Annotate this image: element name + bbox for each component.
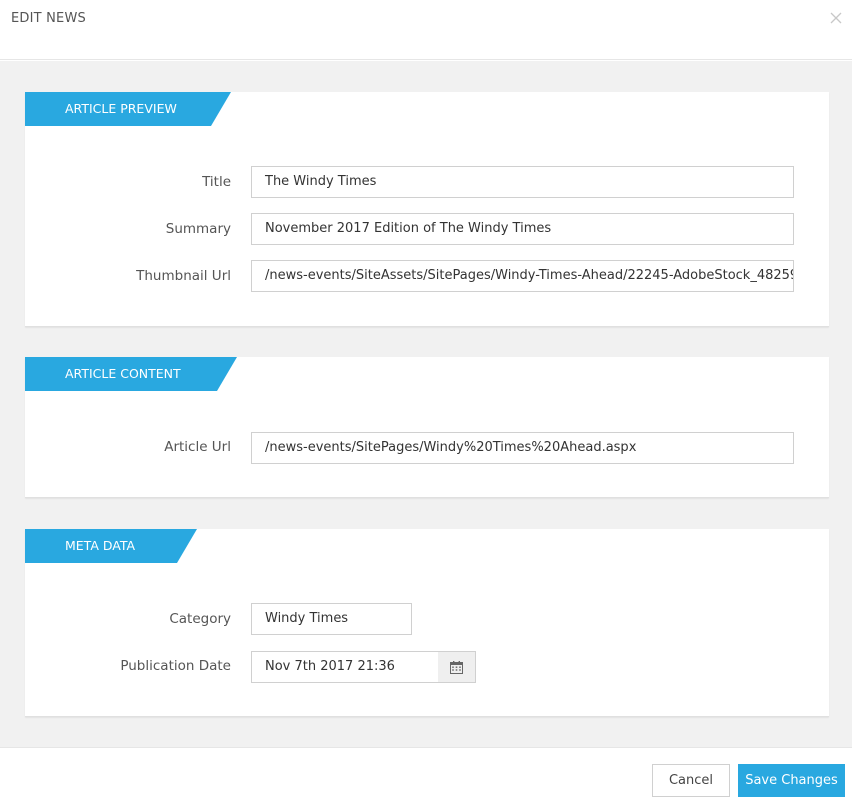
article-content-heading: ARTICLE CONTENT (25, 357, 237, 391)
thumbnail-url-label: Thumbnail Url (136, 268, 231, 284)
meta-data-panel: META DATA Category Windy Times Publicati… (25, 529, 829, 717)
close-icon (830, 12, 842, 24)
article-url-input[interactable]: /news-events/SitePages/Windy%20Times%20A… (251, 432, 794, 464)
title-input[interactable]: The Windy Times (251, 166, 794, 198)
calendar-icon (450, 660, 463, 674)
save-changes-button[interactable]: Save Changes (738, 764, 845, 797)
summary-input[interactable]: November 2017 Edition of The Windy Times (251, 213, 794, 245)
article-preview-panel: ARTICLE PREVIEW Title The Windy Times Su… (25, 92, 829, 327)
date-picker-button[interactable] (438, 651, 476, 683)
summary-label: Summary (165, 221, 231, 237)
category-input[interactable]: Windy Times (251, 603, 412, 635)
article-url-label: Article Url (164, 439, 231, 455)
thumbnail-url-input[interactable]: /news-events/SiteAssets/SitePages/Windy-… (251, 260, 794, 292)
modal-header: EDIT NEWS (0, 0, 852, 60)
cancel-button[interactable]: Cancel (652, 764, 730, 797)
publication-date-input[interactable]: Nov 7th 2017 21:36 (251, 651, 439, 683)
meta-data-heading: META DATA (25, 529, 197, 563)
article-content-panel: ARTICLE CONTENT Article Url /news-events… (25, 357, 829, 498)
article-preview-heading: ARTICLE PREVIEW (25, 92, 231, 126)
category-label: Category (169, 611, 231, 627)
title-label: Title (202, 174, 231, 190)
modal-footer: Cancel Save Changes (0, 747, 852, 808)
modal-body: ARTICLE PREVIEW Title The Windy Times Su… (0, 61, 852, 747)
publication-date-label: Publication Date (120, 658, 231, 674)
close-button[interactable] (828, 10, 844, 26)
modal-title: EDIT NEWS (11, 11, 86, 26)
